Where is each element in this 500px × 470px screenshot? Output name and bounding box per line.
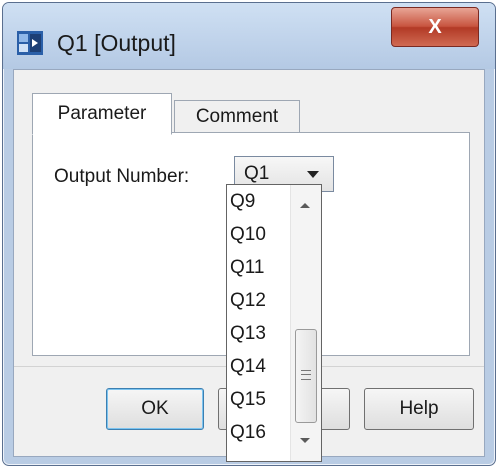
output-block-icon [17,31,43,55]
dropdown-option-q12[interactable]: Q12 [227,284,289,317]
output-number-value: Q1 [244,163,270,184]
dropdown-option-q13[interactable]: Q13 [227,317,289,350]
dropdown-option-q9[interactable]: Q9 [227,185,289,218]
dropdown-options: Q9 Q10 Q11 Q12 Q13 Q14 Q15 Q16 [227,185,289,449]
close-icon: X [428,15,442,38]
dropdown-scrollbar[interactable] [290,185,321,461]
close-button[interactable]: X [391,7,479,47]
title-bar[interactable]: Q1 [Output] X [3,3,495,69]
tab-parameter[interactable]: Parameter [32,93,172,135]
ok-button[interactable]: OK [106,388,204,430]
help-button[interactable]: Help [364,388,474,430]
dropdown-option-q16[interactable]: Q16 [227,416,289,449]
scroll-up-icon[interactable] [300,203,310,208]
scroll-down-icon[interactable] [300,438,310,443]
window-title: Q1 [Output] [57,30,176,56]
dropdown-option-q11[interactable]: Q11 [227,251,289,284]
dropdown-option-q15[interactable]: Q15 [227,383,289,416]
output-number-label: Output Number: [54,166,190,187]
dropdown-option-q10[interactable]: Q10 [227,218,289,251]
chevron-down-icon[interactable] [307,171,319,178]
output-number-dropdown-list: Q9 Q10 Q11 Q12 Q13 Q14 Q15 Q16 [226,184,322,462]
tab-comment[interactable]: Comment [174,100,300,134]
dropdown-option-q14[interactable]: Q14 [227,350,289,383]
scrollbar-thumb[interactable] [295,329,317,423]
grip-icon [301,370,311,380]
